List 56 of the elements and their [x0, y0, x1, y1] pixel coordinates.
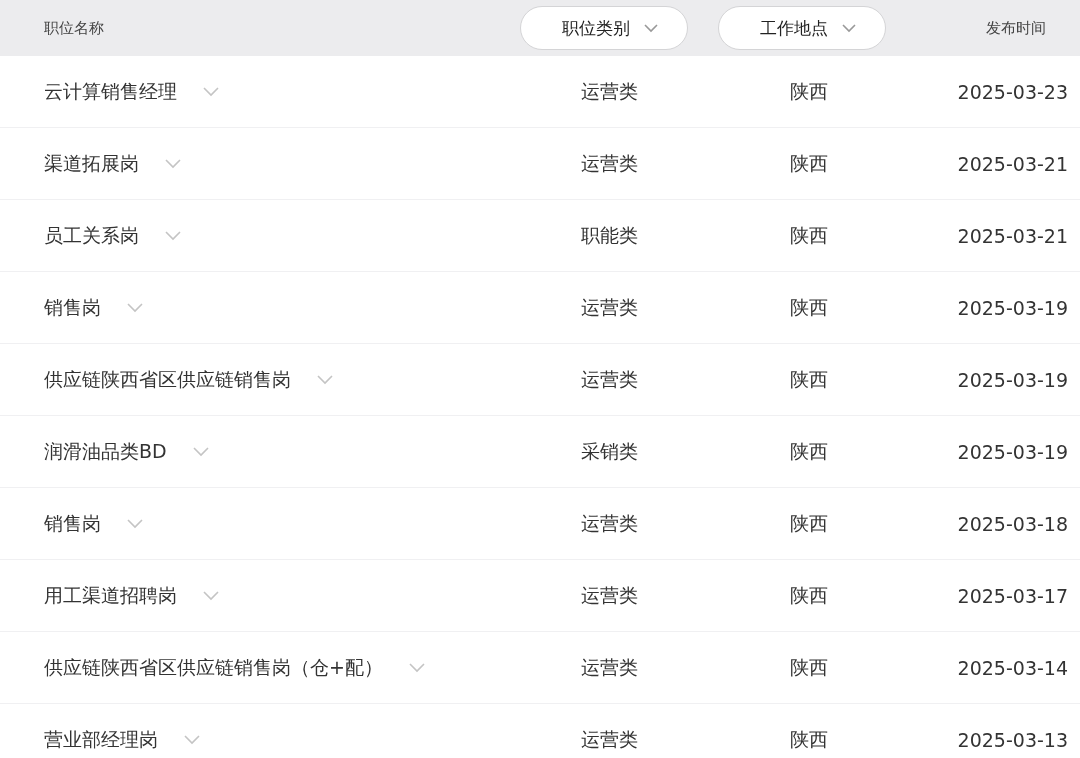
- publish-date: 2025-03-13: [957, 728, 1068, 751]
- job-category: 运营类: [580, 295, 638, 318]
- column-header: 发布时间: [986, 19, 1046, 37]
- job-title[interactable]: 供应链陕西省区供应链销售岗（仓+配）: [44, 654, 383, 681]
- job-category: 运营类: [580, 367, 638, 390]
- job-title[interactable]: 用工渠道招聘岗: [44, 582, 177, 609]
- filter-dropdown[interactable]: 工作地点: [718, 6, 886, 50]
- chevron-down-icon[interactable]: [317, 374, 333, 385]
- job-location: 陕西: [790, 295, 828, 318]
- job-location: 陕西: [790, 583, 828, 606]
- chevron-down-icon: [644, 23, 658, 33]
- filter-dropdown[interactable]: 职位类别: [520, 6, 688, 50]
- chevron-down-icon[interactable]: [127, 518, 143, 529]
- job-location: 陕西: [790, 511, 828, 534]
- job-title[interactable]: 渠道拓展岗: [44, 150, 139, 177]
- chevron-down-icon[interactable]: [184, 734, 200, 745]
- job-title[interactable]: 润滑油品类BD: [44, 438, 167, 465]
- chevron-down-icon[interactable]: [165, 230, 181, 241]
- chevron-down-icon: [842, 23, 856, 33]
- job-title[interactable]: 云计算销售经理: [44, 78, 177, 105]
- publish-date: 2025-03-14: [957, 656, 1068, 679]
- chevron-down-icon[interactable]: [165, 158, 181, 169]
- job-category: 运营类: [580, 151, 638, 174]
- job-location: 陕西: [790, 151, 828, 174]
- chevron-down-icon[interactable]: [408, 662, 425, 673]
- job-category: 运营类: [580, 655, 638, 678]
- job-location: 陕西: [790, 223, 828, 246]
- job-category: 运营类: [580, 727, 638, 750]
- job-title[interactable]: 销售岗: [44, 510, 101, 537]
- chevron-down-icon[interactable]: [203, 590, 219, 601]
- publish-date: 2025-03-21: [957, 224, 1068, 247]
- job-category: 职能类: [580, 223, 638, 246]
- chevron-down-icon[interactable]: [203, 86, 219, 97]
- publish-date: 2025-03-17: [957, 584, 1068, 607]
- publish-date: 2025-03-18: [957, 512, 1068, 535]
- publish-date: 2025-03-19: [957, 296, 1068, 319]
- job-location: 陕西: [790, 439, 828, 462]
- job-title[interactable]: 供应链陕西省区供应链销售岗: [44, 366, 291, 393]
- job-title[interactable]: 销售岗: [44, 294, 101, 321]
- publish-date: 2025-03-23: [957, 80, 1068, 103]
- job-category: 运营类: [580, 511, 638, 534]
- job-category: 运营类: [580, 583, 638, 606]
- column-header: 职位名称: [44, 19, 104, 37]
- publish-date: 2025-03-19: [957, 440, 1068, 463]
- job-title[interactable]: 营业部经理岗: [44, 726, 158, 753]
- job-location: 陕西: [790, 727, 828, 750]
- job-title[interactable]: 员工关系岗: [44, 222, 139, 249]
- publish-date: 2025-03-21: [957, 152, 1068, 175]
- chevron-down-icon[interactable]: [192, 446, 209, 457]
- job-location: 陕西: [790, 79, 828, 102]
- chevron-down-icon[interactable]: [127, 302, 143, 313]
- job-category: 运营类: [580, 79, 638, 102]
- job-location: 陕西: [790, 655, 828, 678]
- job-category: 采销类: [580, 439, 638, 462]
- job-location: 陕西: [790, 367, 828, 390]
- publish-date: 2025-03-19: [957, 368, 1068, 391]
